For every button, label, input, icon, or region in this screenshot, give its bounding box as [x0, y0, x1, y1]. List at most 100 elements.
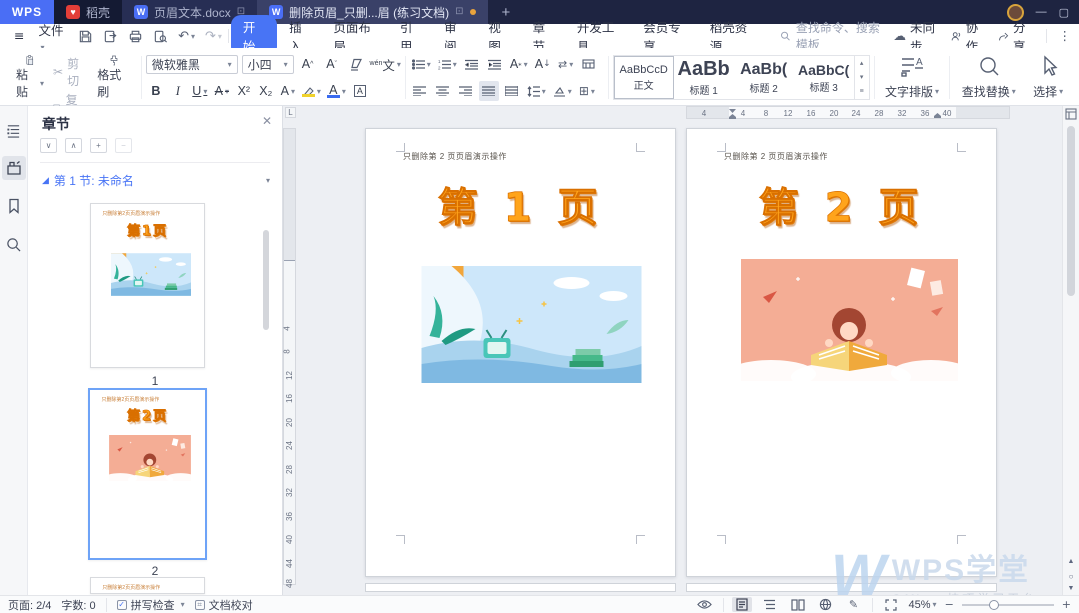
view-outline-mode-button[interactable] — [760, 597, 780, 612]
decrease-font-button[interactable]: Aˇ — [322, 54, 342, 74]
export-pdf-button[interactable] — [99, 29, 122, 44]
distribute-button[interactable] — [502, 81, 522, 101]
styles-scroll-down[interactable]: ▾ — [855, 70, 869, 84]
scrollbar-thumb[interactable] — [1067, 126, 1075, 296]
select-button[interactable]: 选择 ▾ — [1023, 52, 1073, 103]
view-two-page-button[interactable] — [788, 597, 808, 612]
shading-button[interactable]: ▾ — [551, 81, 574, 101]
increase-font-button[interactable]: A ^ — [298, 54, 318, 74]
save-button[interactable] — [74, 29, 97, 44]
tab-stops-button[interactable] — [579, 54, 599, 74]
bold-button[interactable]: B — [146, 81, 166, 101]
zoom-in-button[interactable]: + — [1062, 599, 1071, 610]
right-indent-marker-icon[interactable] — [933, 113, 942, 120]
browse-object-icon[interactable]: ○ — [1063, 572, 1079, 581]
document-page-2[interactable]: 只删除第 2 页页眉演示操作 第 2 页 — [686, 128, 997, 577]
style-heading2[interactable]: AaBb( 标题 2 — [734, 56, 794, 99]
page-thumbnail-1[interactable]: 只删除第2页页眉演示操作 第1页 — [90, 203, 205, 368]
style-normal[interactable]: AaBbCcD 正文 — [613, 56, 674, 99]
remove-section-button[interactable]: − — [115, 138, 132, 153]
line-spacing-button[interactable]: ▾ — [525, 81, 548, 101]
page-header-text[interactable]: 只删除第 2 页页眉演示操作 — [403, 151, 507, 162]
more-options-icon[interactable]: ⋮ — [1059, 29, 1072, 43]
word-count[interactable]: 字数: 0 — [61, 597, 95, 613]
find-replace-button[interactable]: 查找替换 ▾ — [954, 52, 1023, 103]
document-page-1[interactable]: 只删除第 2 页页眉演示操作 第 1 页 — [365, 128, 676, 577]
align-right-button[interactable] — [456, 81, 476, 101]
page-indicator[interactable]: 页面: 2/4 — [8, 597, 51, 613]
style-heading3[interactable]: AaBbC( 标题 3 — [794, 56, 854, 99]
bullet-list-button[interactable]: ▾ — [410, 54, 433, 74]
vertical-ruler[interactable]: 4 8 12 16 20 24 28 32 36 40 44 48 — [283, 128, 296, 588]
spellcheck-toggle[interactable]: ✓ 拼写检查 ▾ — [116, 597, 185, 613]
highlight-color-button[interactable]: ▾ — [300, 81, 323, 101]
add-section-button[interactable]: + — [90, 138, 107, 153]
section-expander-icon[interactable]: ◢ — [42, 175, 49, 186]
outline-pane-icon[interactable] — [2, 118, 26, 142]
print-button[interactable] — [124, 29, 147, 44]
styles-more-button[interactable]: ≡ — [855, 85, 869, 99]
strikethrough-button[interactable]: A ▾ — [212, 81, 232, 101]
zoom-slider[interactable] — [961, 599, 1054, 610]
sort-button[interactable]: A ↓ — [533, 54, 553, 74]
clear-format-button[interactable] — [346, 54, 366, 74]
decrease-indent-button[interactable] — [462, 54, 482, 74]
eye-protection-icon[interactable] — [695, 597, 715, 612]
styles-scroll-up[interactable]: ▴ — [855, 56, 869, 70]
paste-button[interactable]: 粘贴 ▾ — [10, 52, 50, 103]
page-title-art[interactable]: 第 1 页 — [366, 175, 675, 233]
view-web-layout-button[interactable] — [816, 597, 836, 612]
ink-annotation-button[interactable]: ✎ — [844, 597, 864, 612]
character-border-button[interactable]: A — [350, 81, 370, 101]
font-size-combobox[interactable]: 小四 ▾ — [241, 54, 294, 74]
tab-stop-selector[interactable]: L — [285, 107, 296, 118]
scroll-up-icon[interactable]: ▲ — [1063, 558, 1079, 565]
cut-button[interactable]: ✂ 剪切 — [50, 54, 91, 90]
close-icon[interactable]: ✕ — [262, 114, 272, 128]
zoom-slider-knob[interactable] — [989, 599, 1000, 610]
align-left-button[interactable] — [410, 81, 430, 101]
style-heading1[interactable]: AaBb 标题 1 — [674, 56, 734, 99]
increase-indent-button[interactable] — [485, 54, 505, 74]
page-header-text[interactable]: 只删除第 2 页页眉演示操作 — [724, 151, 828, 162]
section-menu-icon[interactable]: ▾ — [266, 176, 270, 185]
hamburger-menu-icon[interactable]: ≡ — [8, 29, 30, 43]
superscript-button[interactable]: X² — [234, 81, 254, 101]
font-name-combobox[interactable]: 微软雅黑 ▾ — [145, 54, 238, 74]
page-thumbnail-3-partial[interactable]: 只删除第2页页眉演示操作 — [90, 577, 205, 594]
zoom-out-button[interactable]: − — [945, 599, 954, 610]
print-preview-button[interactable] — [149, 29, 172, 44]
expand-down-button[interactable]: ∨ — [40, 138, 57, 153]
ruler-toggle-icon[interactable] — [1065, 108, 1077, 120]
view-page-mode-button[interactable] — [731, 597, 752, 612]
subscript-button[interactable]: X₂ — [256, 81, 276, 101]
pinyin-guide-button[interactable]: wén 文 ▾ — [370, 54, 401, 74]
panel-scrollbar[interactable] — [263, 230, 269, 330]
bookmark-pane-icon[interactable] — [2, 194, 26, 218]
format-painter-button[interactable]: 格式刷 — [91, 52, 137, 103]
zoom-level-button[interactable]: 45% ▾ — [909, 599, 937, 611]
align-center-button[interactable] — [433, 81, 453, 101]
text-layout-button[interactable]: A 文字排版 ▾ — [879, 52, 946, 103]
justify-button[interactable] — [478, 81, 499, 101]
fit-page-icon[interactable] — [881, 597, 901, 612]
page1-illustration[interactable] — [421, 266, 642, 383]
page-thumbnail-2-selected[interactable]: 只删除第2页页眉演示操作 第2页 — [88, 388, 207, 560]
document-proofread-button[interactable]: ⌗ 文档校对 — [194, 597, 253, 613]
document-canvas[interactable]: L 4 4 8 12 16 20 24 28 32 36 40 4 8 12 1… — [283, 106, 1062, 595]
undo-button[interactable]: ↶ ▾ — [174, 30, 199, 43]
numbered-list-button[interactable]: 1 2 ▾ — [436, 54, 459, 74]
borders-button[interactable]: ⊞ ▾ — [577, 81, 597, 101]
asian-layout-button[interactable]: A ⁎ ▾ — [508, 54, 530, 74]
horizontal-ruler[interactable]: 4 4 8 12 16 20 24 28 32 36 40 — [686, 106, 1010, 119]
italic-button[interactable]: I — [168, 81, 188, 101]
collapse-up-button[interactable]: ∧ — [65, 138, 82, 153]
section-row[interactable]: ◢ 第 1 节: 未命名 ▾ — [42, 172, 270, 189]
page-title-art[interactable]: 第 2 页 — [687, 175, 996, 233]
scroll-down-icon[interactable]: ▼ — [1063, 585, 1079, 592]
font-color-button[interactable]: A ▾ — [325, 81, 348, 101]
text-direction-button[interactable]: ⇄ ▾ — [556, 54, 576, 74]
vertical-scrollbar[interactable]: ▲ ○ ▼ — [1062, 106, 1079, 595]
underline-button[interactable]: U ▾ — [190, 81, 210, 101]
text-effects-button[interactable]: A ▾ — [278, 81, 298, 101]
